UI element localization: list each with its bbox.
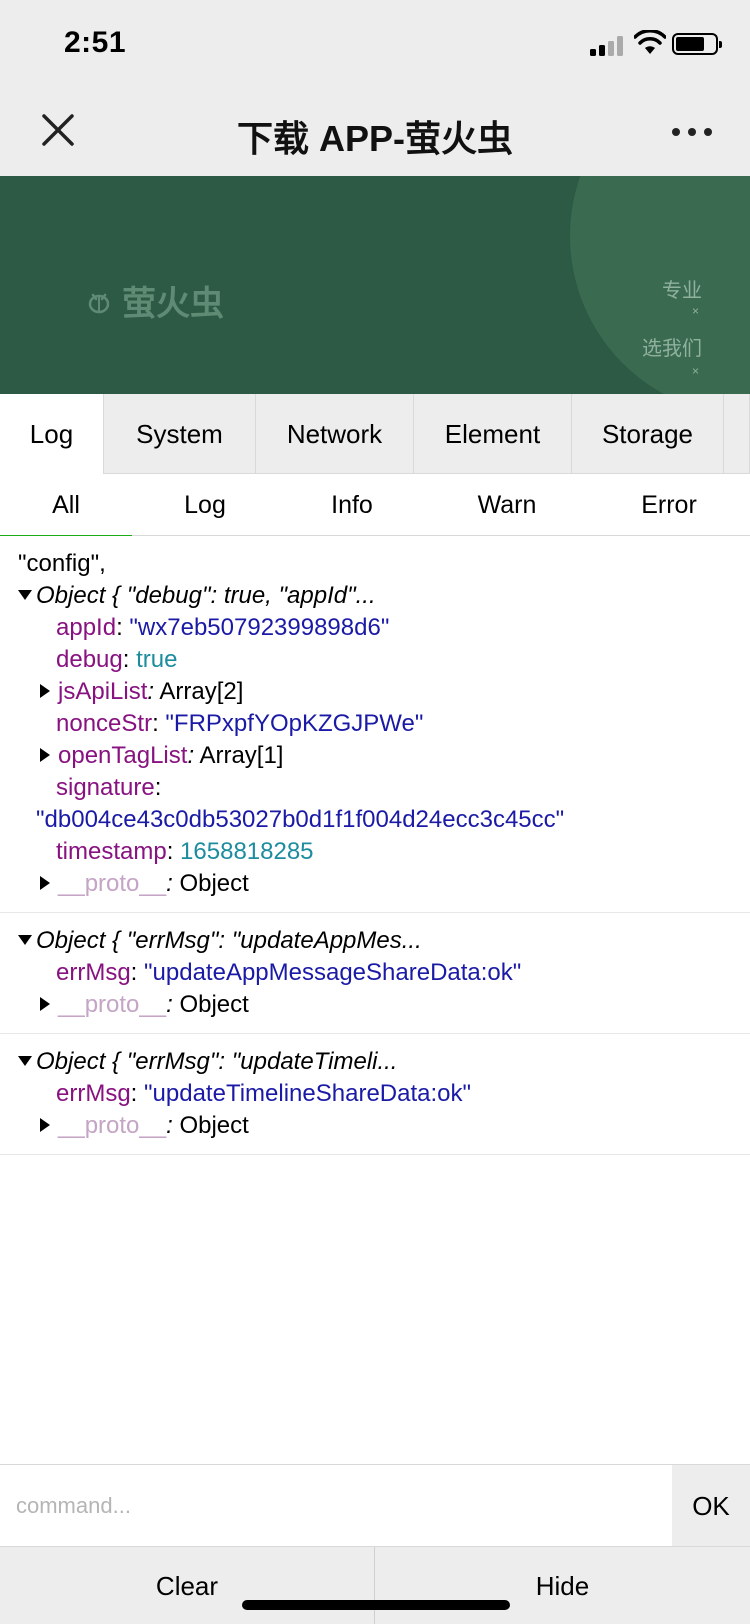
prop-row-expandable[interactable]: __proto__: Object (0, 868, 750, 900)
object-summary: Object { "debug": true, "appId"... (36, 582, 376, 609)
firefly-logo-icon (88, 293, 110, 313)
prop-key: openTagList (58, 742, 188, 769)
status-bar: 2:51 (0, 0, 750, 88)
prop-row: timestamp: 1658818285 (56, 838, 314, 865)
banner-tag-top: 专业 (662, 280, 702, 302)
prop-key: errMsg (56, 959, 131, 986)
banner-tag-bottom-close[interactable]: × (692, 364, 699, 378)
prop-value: "wx7eb50792399898d6" (129, 614, 390, 641)
ok-button[interactable]: OK (672, 1465, 750, 1547)
log-filter-tabs: All Log Info Warn Error (0, 474, 750, 537)
prop-key: nonceStr (56, 710, 153, 737)
filter-log[interactable]: Log (132, 474, 278, 536)
tab-system[interactable]: System (104, 394, 256, 474)
prop-value: "updateTimelineShareData:ok" (144, 1080, 472, 1107)
prop-key: __proto__ (58, 1112, 167, 1139)
prop-row: nonceStr: "FRPxpfYOpKZGJPWe" (56, 710, 424, 737)
hide-button[interactable]: Hide (375, 1547, 750, 1624)
object-summary: Object { "errMsg": "updateAppMes... (36, 927, 422, 954)
prop-row: appId: "wx7eb50792399898d6" (56, 614, 390, 641)
prop-key: __proto__ (58, 870, 167, 897)
collapse-triangle-icon[interactable] (18, 934, 32, 945)
prop-row: signature: (56, 774, 162, 801)
more-menu-icon[interactable] (672, 126, 716, 138)
clear-button[interactable]: Clear (0, 1547, 375, 1624)
log-panel[interactable]: "config", Object { "debug": true, "appId… (0, 536, 750, 1464)
filter-error[interactable]: Error (588, 474, 750, 536)
tab-overflow (724, 394, 750, 474)
prop-value: Array[1] (199, 742, 284, 769)
filter-all[interactable]: All (0, 474, 132, 537)
prop-value-wrapped: "db004ce43c0db53027b0d1f1f004d24ecc3c45c… (0, 804, 750, 836)
log-entry: Object { "errMsg": "updateTimeli... errM… (0, 1034, 750, 1155)
prop-row: errMsg: "updateAppMessageShareData:ok" (56, 959, 522, 986)
console-tabs: Log System Network Element Storage (0, 394, 750, 474)
object-summary: Object { "errMsg": "updateTimeli... (36, 1048, 398, 1075)
prop-key: appId (56, 614, 117, 641)
expand-triangle-icon[interactable] (40, 683, 50, 698)
banner-brand: 萤火虫 (84, 276, 224, 325)
prop-value: Object (179, 870, 249, 897)
console-footer: Clear Hide (0, 1546, 750, 1624)
collapse-triangle-icon[interactable] (18, 589, 32, 600)
log-prefix: "config", (18, 550, 106, 577)
expand-triangle-icon[interactable] (40, 875, 50, 890)
prop-row-expandable[interactable]: openTagList: Array[1] (0, 740, 750, 772)
filter-info[interactable]: Info (278, 474, 426, 536)
prop-key: __proto__ (58, 991, 167, 1018)
expand-triangle-icon[interactable] (40, 747, 50, 762)
log-entry: "config", Object { "debug": true, "appId… (0, 536, 750, 913)
banner-brand-text: 萤火虫 (122, 285, 224, 323)
status-time: 2:51 (64, 26, 127, 59)
command-input[interactable] (0, 1465, 672, 1547)
log-entry: Object { "errMsg": "updateAppMes... errM… (0, 913, 750, 1034)
banner-tag-bottom: 选我们 (642, 338, 702, 360)
prop-value: "db004ce43c0db53027b0d1f1f004d24ecc3c45c… (36, 806, 565, 833)
prop-value: Object (179, 991, 249, 1018)
object-summary-row[interactable]: Object { "debug": true, "appId"... (0, 580, 750, 612)
prop-value: Object (179, 1112, 249, 1139)
command-bar: OK (0, 1464, 750, 1547)
prop-key: debug (56, 646, 123, 673)
promo-banner[interactable]: 萤火虫 专业 × 选我们 × (0, 176, 750, 394)
battery-icon (672, 33, 722, 55)
banner-decoration (570, 176, 750, 394)
prop-row-expandable[interactable]: __proto__: Object (0, 989, 750, 1021)
cellular-signal-icon (590, 34, 626, 56)
collapse-triangle-icon[interactable] (18, 1055, 32, 1066)
prop-key: signature (56, 774, 155, 801)
prop-value: "FRPxpfYOpKZGJPWe" (165, 710, 424, 737)
wifi-icon (634, 30, 666, 54)
prop-value: 1658818285 (180, 838, 314, 865)
prop-key: jsApiList (58, 678, 148, 705)
expand-triangle-icon[interactable] (40, 996, 50, 1011)
tab-log[interactable]: Log (0, 394, 104, 474)
object-summary-row[interactable]: Object { "errMsg": "updateTimeli... (0, 1046, 750, 1078)
prop-value: Array[2] (159, 678, 244, 705)
tab-element[interactable]: Element (414, 394, 572, 474)
prop-row-expandable[interactable]: __proto__: Object (0, 1110, 750, 1142)
prop-row-expandable[interactable]: jsApiList: Array[2] (0, 676, 750, 708)
prop-key: errMsg (56, 1080, 131, 1107)
page-title: 下载 APP-萤火虫 (236, 118, 513, 159)
tab-storage[interactable]: Storage (572, 394, 724, 474)
prop-key: timestamp (56, 838, 167, 865)
banner-tag-top-close[interactable]: × (692, 304, 699, 318)
home-indicator[interactable] (242, 1600, 510, 1610)
prop-value: true (136, 646, 178, 673)
title-bar: 下载 APP-萤火虫 (0, 88, 750, 176)
filter-warn[interactable]: Warn (426, 474, 588, 536)
prop-row: errMsg: "updateTimelineShareData:ok" (56, 1080, 472, 1107)
object-summary-row[interactable]: Object { "errMsg": "updateAppMes... (0, 925, 750, 957)
prop-value: "updateAppMessageShareData:ok" (144, 959, 522, 986)
prop-row: debug: true (56, 646, 178, 673)
expand-triangle-icon[interactable] (40, 1117, 50, 1132)
tab-network[interactable]: Network (256, 394, 414, 474)
